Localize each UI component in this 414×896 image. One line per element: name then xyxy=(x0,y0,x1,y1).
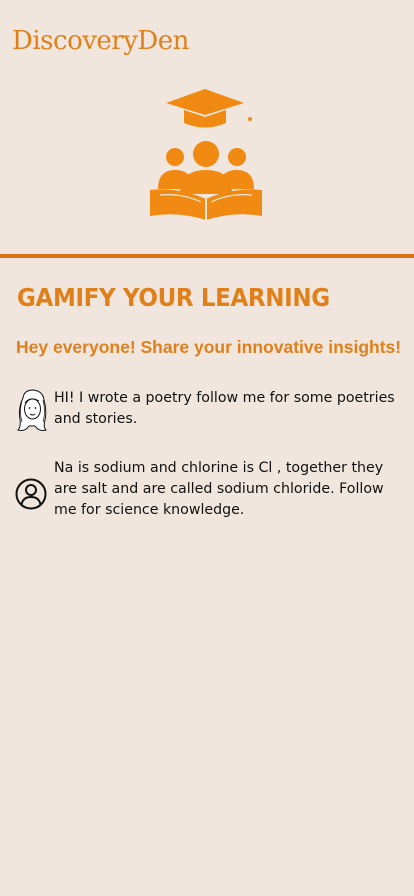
graduation-cap-students-book-icon xyxy=(150,89,262,220)
page-headline: GAMIFY YOUR LEARNING xyxy=(17,283,330,312)
page-subheadline: Hey everyone! Share your innovative insi… xyxy=(16,337,402,357)
sketch-girl-avatar-icon[interactable] xyxy=(14,388,50,432)
post-text: Na is sodium and chlorine is Cl , togeth… xyxy=(54,460,384,518)
user-outline-avatar-icon[interactable] xyxy=(14,476,50,512)
section-divider xyxy=(0,254,414,258)
post-text: HI! I wrote a poetry follow me for some … xyxy=(54,390,395,427)
brand-logo-text[interactable]: DiscoveryDen xyxy=(12,26,189,56)
